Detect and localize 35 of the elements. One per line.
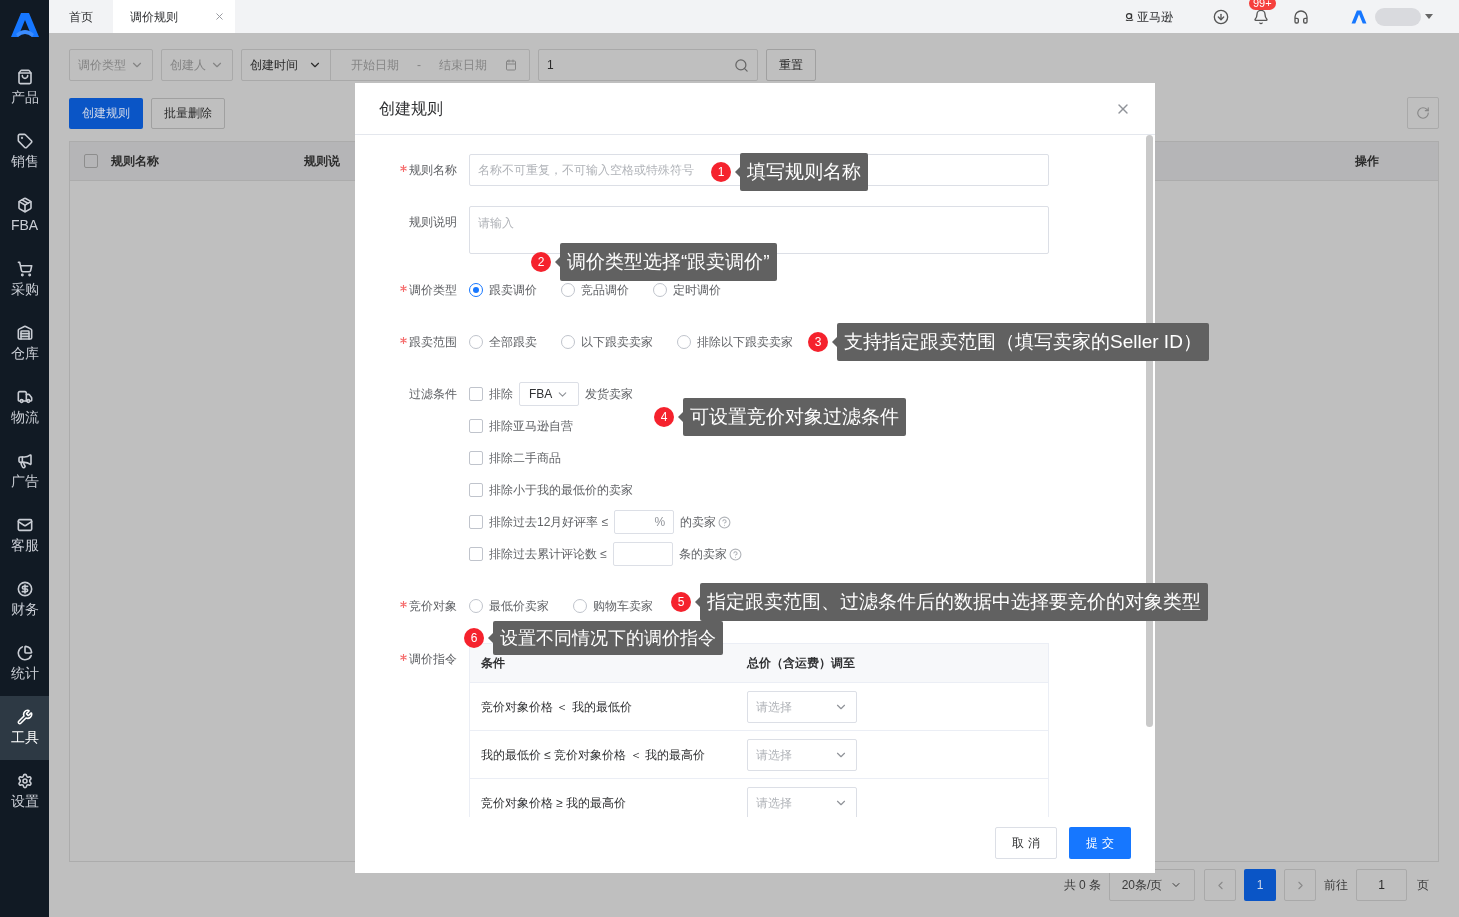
- column-header: 总价（含运费）调至: [747, 655, 855, 672]
- filter-label: 排除小于我的最低价的卖家: [489, 482, 633, 499]
- page-suffix: 页: [1417, 877, 1429, 894]
- callout-tooltip: 设置不同情况下的调价指令: [493, 621, 723, 655]
- filter-label: 条的卖家: [678, 546, 727, 563]
- filter-label: 排除: [489, 386, 513, 403]
- column-header: 规则说: [304, 153, 340, 170]
- dialog-title: 创建规则: [379, 98, 443, 119]
- table-cell-text: 竞价对象价格 ＜ 我的最低价: [480, 698, 633, 716]
- total-count: 共 0 条: [1063, 877, 1101, 894]
- filter-label: 发货卖家: [585, 386, 633, 403]
- field-label: 过滤条件: [409, 386, 457, 403]
- column-header: 条件: [480, 655, 506, 672]
- goto-label: 前往: [1324, 877, 1348, 894]
- column-header: 规则名称: [111, 153, 160, 170]
- field-label: 规则名称: [409, 162, 457, 179]
- filter-label: 排除过去12月好评率 ≤: [489, 514, 609, 531]
- field-label: 跟卖范围: [409, 334, 457, 351]
- field-label: 竞价对象: [409, 598, 457, 615]
- callout-tooltip: 填写规则名称: [740, 153, 868, 191]
- field-label: 调价指令: [409, 651, 457, 668]
- callout-tooltip: 可设置竞价对象过滤条件: [683, 398, 906, 436]
- callout-tooltip: 指定跟卖范围、过滤条件后的数据中选择要竞价的对象类型: [700, 583, 1208, 621]
- filter-label: 排除亚马逊自营: [489, 418, 573, 435]
- column-header: 操作: [1355, 153, 1379, 170]
- filter-label: 排除二手商品: [489, 450, 561, 467]
- field-label: 调价类型: [409, 282, 457, 299]
- filter-label: 排除过去累计评论数 ≤: [489, 546, 607, 563]
- callout-tooltip: 支持指定跟卖范围（填写卖家的Seller ID）: [837, 323, 1209, 361]
- date-separator: -: [417, 57, 421, 74]
- field-label: 规则说明: [409, 214, 457, 231]
- callout-tooltip: 调价类型选择“跟卖调价”: [560, 243, 777, 281]
- table-cell-text: 竞价对象价格 ≥ 我的最高价: [480, 794, 628, 812]
- filter-label: 的卖家: [680, 514, 717, 531]
- table-cell-text: 我的最低价 ≤ 竞价对象价格 ＜ 我的最高价: [480, 746, 706, 764]
